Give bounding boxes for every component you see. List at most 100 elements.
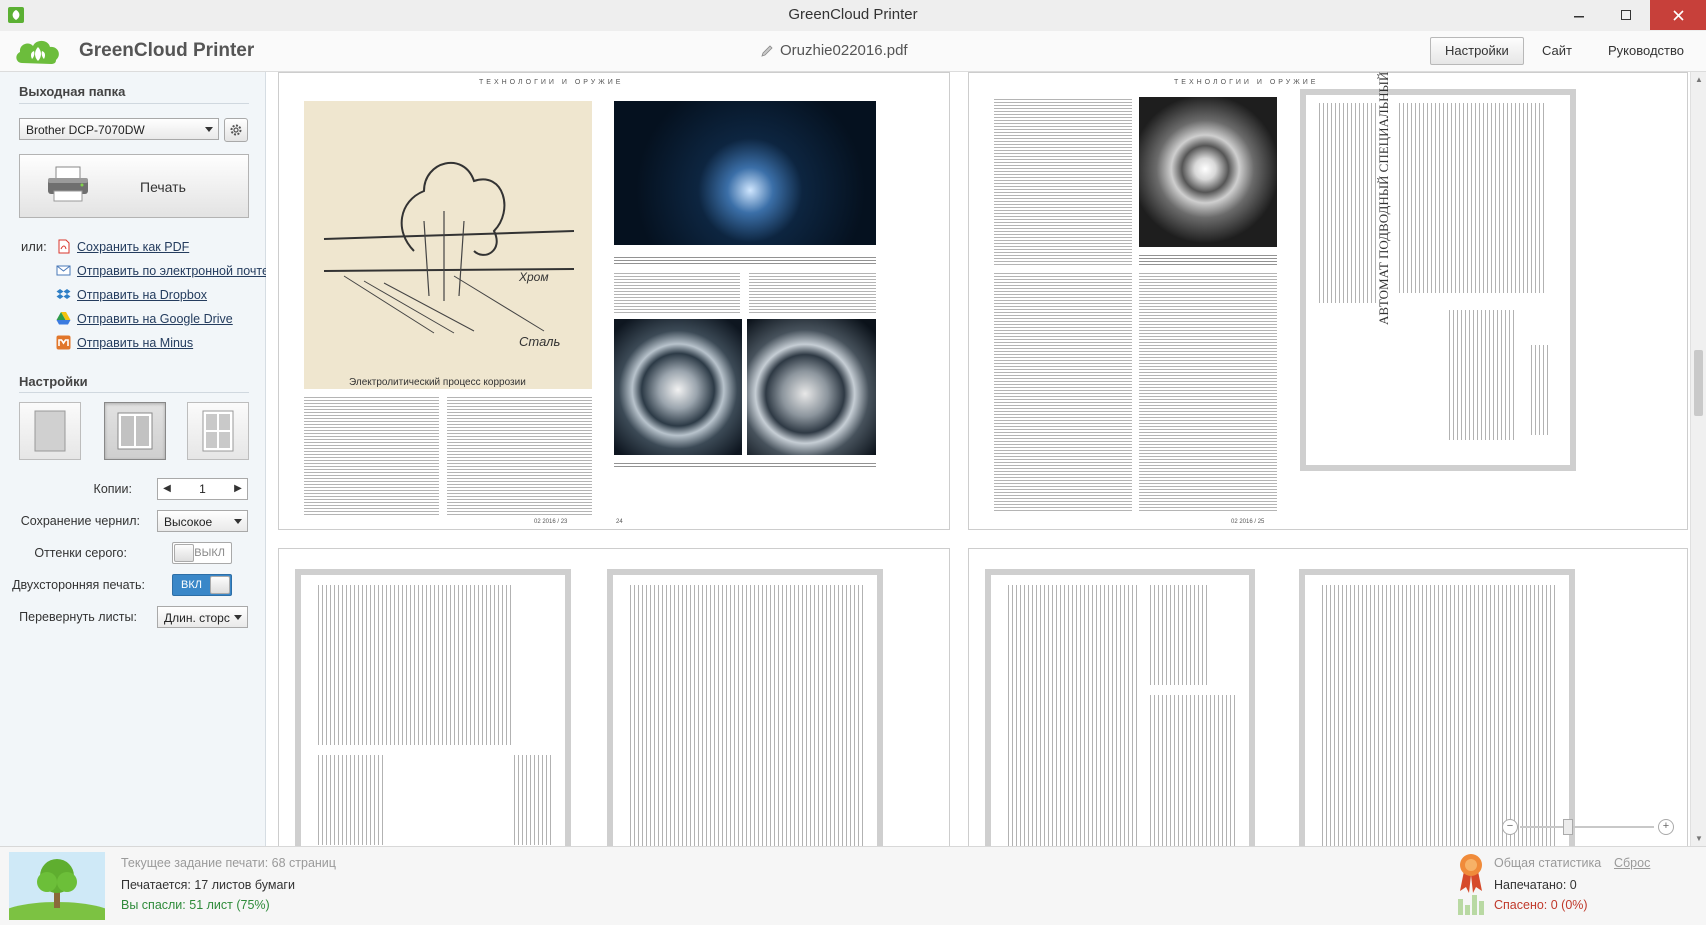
two-page-layout-icon [117, 412, 153, 450]
preview-scrollbar[interactable]: ▲ ▼ [1690, 72, 1706, 846]
zoom-out-icon[interactable]: − [1502, 819, 1518, 835]
app-header: GreenCloud Printer Oruzhie022016.pdf Нас… [0, 31, 1706, 72]
output-folder-title: Выходная папка [19, 84, 126, 99]
preview-sheet[interactable]: ТЕХНОЛОГИИ И ОРУЖИЕ Хром Сталь Электроли… [278, 72, 950, 530]
minimize-icon [1574, 16, 1584, 18]
google-drive-icon [56, 312, 71, 325]
scroll-down-icon[interactable]: ▼ [1695, 834, 1703, 843]
increment-icon[interactable]: ▶ [231, 479, 245, 499]
window-title: GreenCloud Printer [788, 6, 918, 23]
print-preview[interactable]: ТЕХНОЛОГИИ И ОРУЖИЕ Хром Сталь Электроли… [266, 72, 1706, 846]
rescued-count-text: Спасено: 0 (0%) [1494, 898, 1588, 912]
four-page-layout-button[interactable] [187, 402, 249, 460]
reset-stats-link[interactable]: Сброс [1614, 856, 1650, 870]
window-titlebar: GreenCloud Printer [0, 0, 1706, 32]
preview-sheet[interactable]: ТЕХНОЛОГИИ И ОРУЖИЕ 02 2016 / 25 АВТОМАТ… [968, 72, 1688, 530]
document-title[interactable]: Oruzhie022016.pdf [760, 42, 908, 59]
status-bar: Текущее задание печати: 68 страниц Печат… [0, 846, 1706, 925]
document-file-name: Oruzhie022016.pdf [780, 42, 908, 59]
article-text [614, 271, 740, 313]
muzzle-photo [614, 319, 742, 455]
flip-sheets-select[interactable]: Длин. сторс [157, 606, 248, 628]
page-number: 02 2016 / 25 [1231, 519, 1265, 525]
running-header: ТЕХНОЛОГИИ И ОРУЖИЕ [1174, 79, 1319, 86]
article-text [1139, 271, 1277, 511]
section-divider [19, 392, 249, 393]
zoom-slider[interactable]: − + [1500, 819, 1676, 835]
corrosion-diagram-image: Хром Сталь [304, 101, 592, 389]
printer-settings-button[interactable] [224, 118, 248, 142]
print-button-label: Печать [140, 179, 186, 195]
scanned-page [301, 575, 565, 846]
guide-link[interactable]: Руководство [1593, 37, 1699, 65]
send-google-drive-label: Отправить на Google Drive [77, 311, 233, 326]
article-text [994, 97, 1132, 265]
settings-button[interactable]: Настройки [1430, 37, 1524, 65]
send-minus-label: Отправить на Minus [77, 335, 194, 350]
greencloud-logo-icon [16, 40, 59, 64]
page-number: 02 2016 / 23 [534, 519, 568, 525]
one-page-layout-button[interactable] [19, 402, 81, 460]
printer-select[interactable]: Brother DCP-7070DW [19, 118, 219, 140]
photo-caption [1139, 253, 1277, 265]
muzzle-photo [747, 319, 876, 455]
minus-icon [56, 335, 71, 350]
preview-sheet[interactable] [968, 548, 1688, 846]
article-text [749, 271, 876, 313]
printer-icon [48, 166, 88, 202]
duplex-toggle[interactable]: ВКЛ [172, 574, 232, 596]
chevron-down-icon [205, 127, 213, 132]
send-dropbox-link[interactable]: Отправить на Dropbox [56, 287, 207, 302]
duplex-toggle-state: ВКЛ [181, 579, 202, 591]
duplex-label: Двухсторонняя печать: [12, 578, 145, 592]
print-button[interactable]: Печать [19, 154, 249, 218]
send-email-link[interactable]: Отправить по электронной почте [56, 263, 269, 278]
scan-text [511, 755, 551, 845]
section-divider [19, 103, 249, 104]
scan-text [1396, 103, 1546, 293]
ink-saving-select[interactable]: Высокое [157, 510, 248, 532]
zoom-knob[interactable] [1563, 819, 1574, 835]
preview-sheet[interactable] [278, 548, 950, 846]
printer-select-value: Brother DCP-7070DW [26, 123, 145, 137]
maximize-button[interactable] [1603, 0, 1649, 30]
scan-text [1446, 310, 1516, 440]
scan-table [1147, 585, 1207, 685]
scan-text [1316, 103, 1376, 303]
decrement-icon[interactable]: ◀ [160, 479, 174, 499]
close-icon [1672, 9, 1684, 21]
copies-stepper[interactable]: ◀ 1 ▶ [157, 478, 248, 500]
save-as-pdf-link[interactable]: Сохранить как PDF [56, 239, 189, 254]
flip-sheets-label: Перевернуть листы: [19, 610, 137, 624]
minimize-button[interactable] [1556, 0, 1602, 30]
chevron-down-icon [234, 615, 242, 620]
barrel-photo [614, 101, 876, 245]
send-minus-link[interactable]: Отправить на Minus [56, 335, 193, 350]
four-page-layout-icon [202, 410, 234, 452]
manual-title: АВТОМАТ ПОДВОДНЫЙ СПЕЦИАЛЬНЫЙ (АПС) [1376, 72, 1391, 325]
close-button[interactable] [1650, 0, 1706, 30]
scan-table [315, 755, 385, 845]
grayscale-toggle[interactable]: ВЫКЛ [172, 542, 232, 564]
one-page-layout-icon [34, 410, 66, 452]
chevron-down-icon [234, 519, 242, 524]
scrollbar-thumb[interactable] [1694, 350, 1703, 416]
site-link[interactable]: Сайт [1527, 37, 1587, 65]
send-google-drive-link[interactable]: Отправить на Google Drive [56, 311, 233, 326]
scan-text [1319, 585, 1555, 846]
printed-count-text: Напечатано: 0 [1494, 878, 1577, 892]
pdf-icon [58, 239, 70, 254]
email-icon [56, 265, 71, 276]
current-job-text: Текущее задание печати: 68 страниц [121, 856, 336, 870]
article-text [447, 395, 592, 515]
figure-label-chrome: Хром [518, 270, 549, 284]
zoom-in-icon[interactable]: + [1658, 819, 1674, 835]
scroll-up-icon[interactable]: ▲ [1695, 75, 1703, 84]
zoom-track [1520, 826, 1654, 828]
brand-name: GreenCloud Printer [79, 40, 255, 61]
scan-text [1528, 345, 1548, 435]
ink-saving-value: Высокое [164, 515, 213, 529]
scan-text [1147, 695, 1237, 846]
two-page-layout-button[interactable] [104, 402, 166, 460]
send-dropbox-label: Отправить на Dropbox [77, 287, 208, 302]
